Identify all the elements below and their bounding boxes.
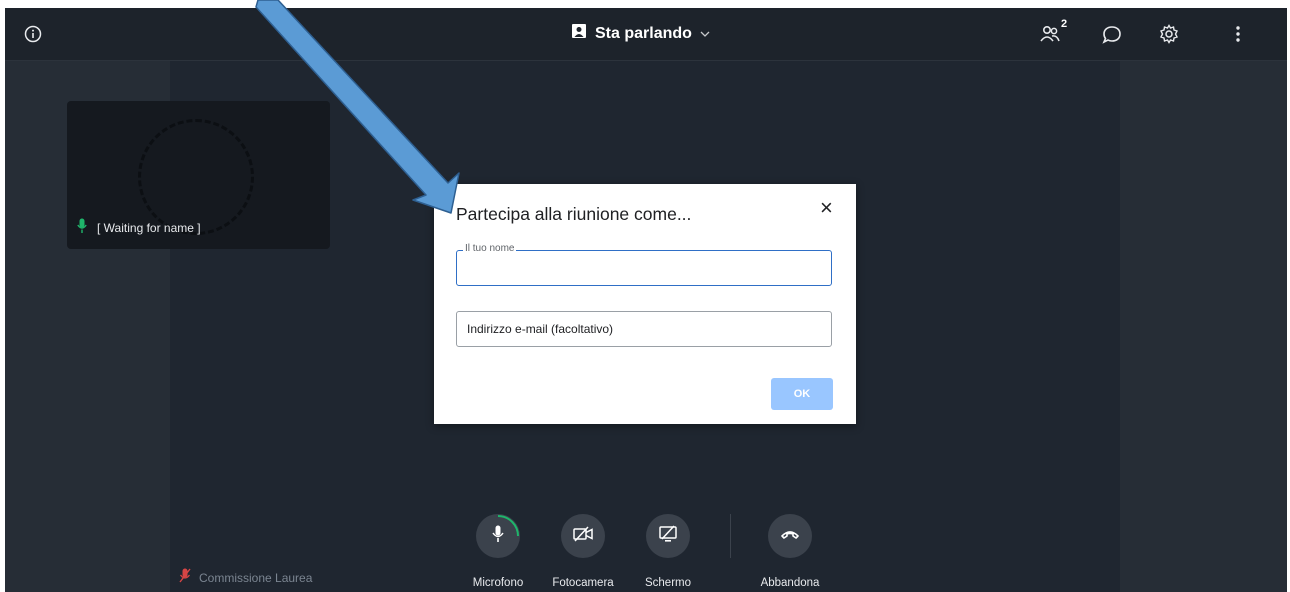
close-icon[interactable]: × xyxy=(820,197,833,219)
name-field-legend: Il tuo nome xyxy=(463,243,517,254)
name-input[interactable] xyxy=(457,251,831,285)
ok-button[interactable]: OK xyxy=(771,378,833,410)
chat-icon[interactable] xyxy=(1102,25,1122,45)
right-panel xyxy=(1120,60,1287,592)
screen-share-button[interactable] xyxy=(646,514,690,558)
screen-share-off-icon xyxy=(659,524,677,548)
microphone-muted-icon xyxy=(179,568,191,587)
leave-label: Abbandona xyxy=(760,577,820,589)
camera-label: Fotocamera xyxy=(552,577,614,589)
top-bar: Sta parlando 2 xyxy=(5,8,1287,61)
microphone-button[interactable] xyxy=(476,514,520,558)
local-participant-label: Commissione Laurea xyxy=(179,568,312,587)
screen-label: Schermo xyxy=(644,577,692,589)
tile-name-row: [ Waiting for name ] xyxy=(77,218,201,237)
camera-button[interactable] xyxy=(561,514,605,558)
info-icon[interactable] xyxy=(24,25,42,43)
microphone-label: Microfono xyxy=(472,577,524,589)
email-field[interactable] xyxy=(456,311,832,347)
microphone-icon xyxy=(77,218,87,237)
toolbar-divider xyxy=(730,514,731,558)
speaker-view-icon xyxy=(571,23,587,44)
email-input[interactable] xyxy=(457,312,831,346)
more-options-icon[interactable] xyxy=(1235,25,1241,43)
view-title: Sta parlando xyxy=(595,24,692,42)
participant-count: 2 xyxy=(1061,18,1068,30)
local-participant-name: Commissione Laurea xyxy=(199,570,313,585)
gear-icon[interactable] xyxy=(1159,24,1179,44)
name-field[interactable]: Il tuo nome xyxy=(456,243,832,286)
participants-icon[interactable] xyxy=(1039,24,1061,44)
hang-up-icon xyxy=(780,527,800,545)
dialog-title: Partecipa alla riunione come... xyxy=(456,204,692,224)
camera-off-icon xyxy=(573,525,593,547)
participant-tile[interactable]: [ Waiting for name ] xyxy=(67,101,330,249)
tile-participant-name: [ Waiting for name ] xyxy=(97,220,201,235)
join-dialog: Partecipa alla riunione come... × Il tuo… xyxy=(434,184,856,424)
chevron-down-icon xyxy=(700,25,710,43)
leave-button[interactable] xyxy=(768,514,812,558)
view-layout-selector[interactable]: Sta parlando xyxy=(571,23,710,44)
